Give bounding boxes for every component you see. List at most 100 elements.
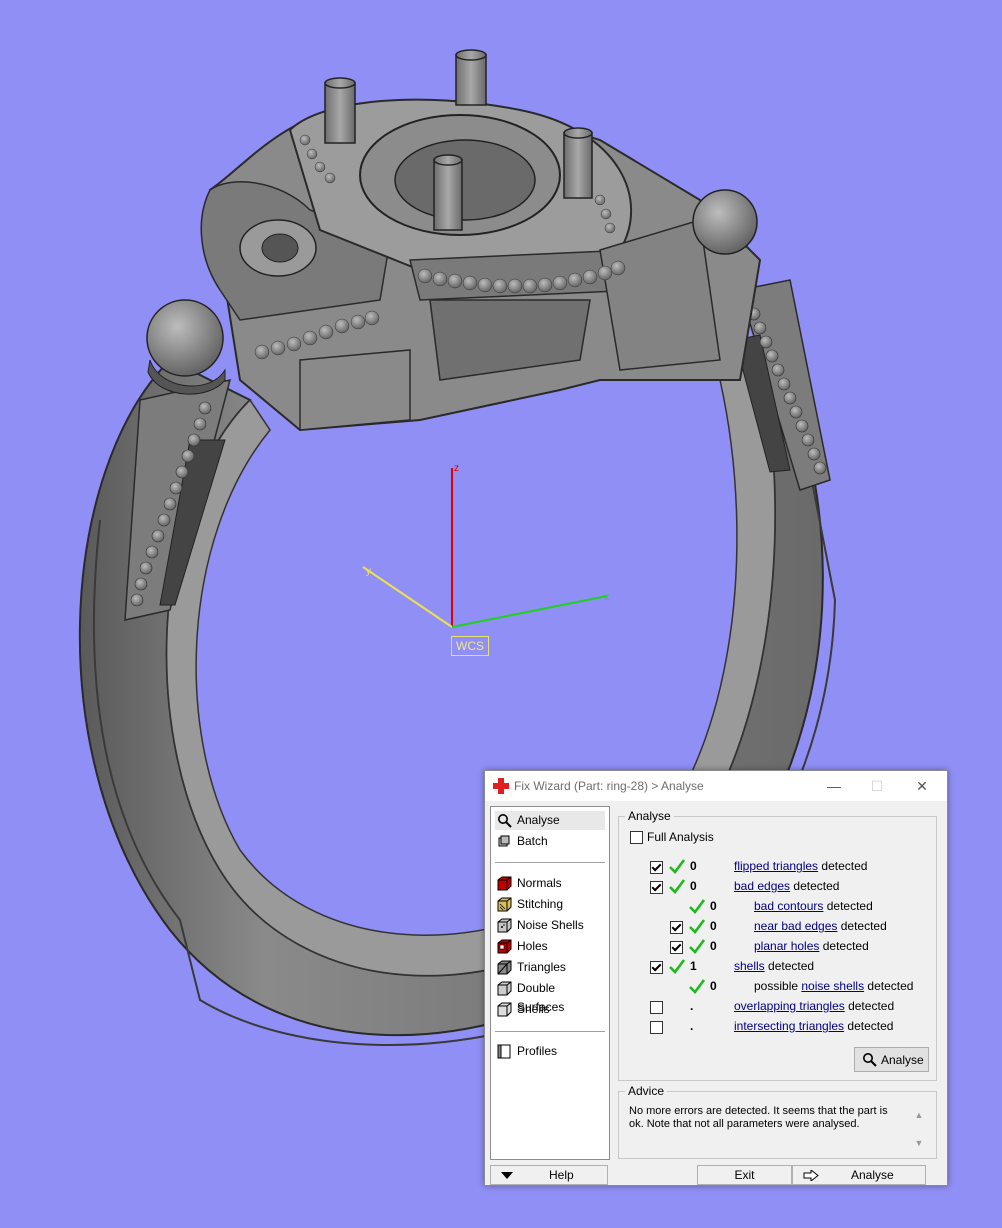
- analysis-row-checkbox[interactable]: [650, 881, 663, 894]
- analysis-row-text: shells detected: [734, 959, 814, 973]
- analysis-row-checkbox[interactable]: [650, 861, 663, 874]
- analysis-row-link[interactable]: intersecting triangles: [734, 1019, 844, 1033]
- analyse-run-button[interactable]: Analyse: [854, 1047, 929, 1072]
- analysis-row-text: planar holes detected: [754, 939, 869, 953]
- analyse-group-title: Analyse: [625, 809, 674, 823]
- double-surfaces-icon: [497, 981, 512, 996]
- analysis-row-suffix: detected: [790, 879, 840, 893]
- analysis-row-link[interactable]: bad edges: [734, 879, 790, 893]
- analyse-next-button-label: Analyse: [851, 1168, 894, 1182]
- analysis-row-link[interactable]: near bad edges: [754, 919, 837, 933]
- nav-item-noise-shells[interactable]: Noise Shells: [495, 916, 605, 935]
- analysis-row-value: .: [690, 999, 694, 1013]
- help-button[interactable]: Help: [490, 1165, 608, 1185]
- wizard-nav-panel: Analyse Batch Normals Stitching Noise Sh…: [490, 806, 610, 1160]
- dialog-title: Fix Wizard (Part: ring-28) > Analyse: [514, 779, 704, 793]
- analysis-row-suffix: detected: [844, 999, 895, 1013]
- green-check-icon: [689, 979, 706, 994]
- y-axis-label: y: [366, 566, 371, 577]
- analysis-row-value: 1: [690, 959, 697, 973]
- nav-item-triangles[interactable]: Triangles: [495, 958, 605, 977]
- nav-separator: [495, 862, 605, 863]
- dialog-titlebar[interactable]: Fix Wizard (Part: ring-28) > Analyse — ☐…: [485, 771, 947, 801]
- nav-item-label: Normals: [517, 876, 562, 890]
- analysis-row-suffix: detected: [823, 899, 873, 913]
- analysis-row-text: bad contours detected: [754, 899, 873, 913]
- profiles-icon: [497, 1044, 511, 1059]
- exit-button[interactable]: Exit: [697, 1165, 792, 1185]
- magnifier-icon: [863, 1053, 877, 1067]
- nav-item-shells[interactable]: Shells: [495, 1000, 605, 1019]
- nav-item-batch[interactable]: Batch: [495, 832, 605, 851]
- advice-text: No more errors are detected. It seems th…: [629, 1105, 888, 1130]
- analyse-next-button[interactable]: Analyse: [792, 1165, 926, 1185]
- nav-item-label: Shells: [517, 1002, 550, 1016]
- full-analysis-label: Full Analysis: [647, 830, 714, 844]
- red-cross-icon: [493, 778, 509, 794]
- analysis-row-link[interactable]: overlapping triangles: [734, 999, 845, 1013]
- magnifier-icon: [498, 814, 512, 828]
- nav-item-label: Stitching: [517, 897, 564, 911]
- nav-item-label: Noise Shells: [517, 918, 584, 932]
- analysis-row-checkbox[interactable]: [650, 961, 663, 974]
- analysis-row-suffix: detected: [844, 1019, 894, 1033]
- analysis-row-text: overlapping triangles detected: [734, 999, 894, 1013]
- analysis-row-link[interactable]: planar holes: [754, 939, 819, 953]
- analysis-row-checkbox[interactable]: [650, 1001, 663, 1014]
- nav-item-label: Holes: [517, 939, 548, 953]
- analysis-row-checkbox[interactable]: [650, 1021, 663, 1034]
- analysis-row-link[interactable]: flipped triangles: [734, 859, 818, 873]
- analysis-row-value: 0: [690, 859, 697, 873]
- nav-item-normals[interactable]: Normals: [495, 874, 605, 893]
- analysis-row-prefix: possible: [754, 979, 802, 993]
- nav-item-analyse[interactable]: Analyse: [495, 811, 605, 830]
- nav-item-holes[interactable]: Holes: [495, 937, 605, 956]
- green-check-icon: [689, 899, 706, 914]
- analysis-row-value: 0: [710, 919, 717, 933]
- green-check-icon: [689, 939, 706, 954]
- advice-group-title: Advice: [625, 1084, 668, 1098]
- analysis-row-checkbox[interactable]: [670, 921, 683, 934]
- normals-icon: [497, 876, 512, 891]
- close-button[interactable]: ✕: [907, 775, 937, 797]
- holes-icon: [497, 939, 512, 954]
- nav-item-label: Profiles: [517, 1044, 558, 1058]
- wcs-label: WCS: [451, 636, 489, 656]
- nav-item-label: Batch: [517, 834, 548, 848]
- minimize-button[interactable]: —: [819, 775, 849, 797]
- batch-icon: [498, 835, 510, 847]
- analysis-row-link[interactable]: bad contours: [754, 899, 823, 913]
- nav-item-stitching[interactable]: Stitching: [495, 895, 605, 914]
- analysis-row-value: 0: [710, 899, 717, 913]
- arrow-right-icon: [803, 1170, 819, 1181]
- analysis-row-text: possible noise shells detected: [754, 979, 913, 993]
- advice-groupbox: Advice No more errors are detected. It s…: [618, 1084, 937, 1159]
- green-check-icon: [689, 919, 706, 934]
- analysis-row-suffix: detected: [819, 939, 869, 953]
- green-check-icon: [669, 859, 686, 874]
- nav-separator: [495, 1031, 605, 1032]
- analysis-row-link[interactable]: noise shells: [801, 979, 864, 993]
- x-axis-label: x: [604, 592, 609, 603]
- z-axis-label: z: [454, 463, 459, 474]
- nav-item-profiles[interactable]: Profiles: [495, 1042, 605, 1061]
- maximize-button[interactable]: ☐: [862, 775, 892, 797]
- analysis-row-value: 0: [710, 979, 717, 993]
- analysis-row-suffix: detected: [837, 919, 887, 933]
- stitching-icon: [497, 897, 512, 912]
- triangles-icon: [497, 960, 512, 975]
- nav-item-double-surfaces[interactable]: Double Surfaces: [495, 979, 605, 1014]
- help-button-label: Help: [549, 1168, 574, 1182]
- analysis-row-checkbox[interactable]: [670, 941, 683, 954]
- analysis-row-value: 0: [690, 879, 697, 893]
- analysis-row-text: flipped triangles detected: [734, 859, 867, 873]
- shells-icon: [497, 1002, 512, 1017]
- advice-scroll-down[interactable]: ▼: [914, 1138, 924, 1148]
- analysis-row-suffix: detected: [764, 959, 815, 973]
- analysis-row-suffix: detected: [818, 859, 868, 873]
- full-analysis-checkbox[interactable]: [630, 831, 643, 844]
- nav-item-label: Analyse: [517, 813, 560, 827]
- advice-scroll-up[interactable]: ▲: [914, 1110, 924, 1120]
- analysis-row-link[interactable]: shells: [734, 959, 765, 973]
- analysis-row-text: near bad edges detected: [754, 919, 887, 933]
